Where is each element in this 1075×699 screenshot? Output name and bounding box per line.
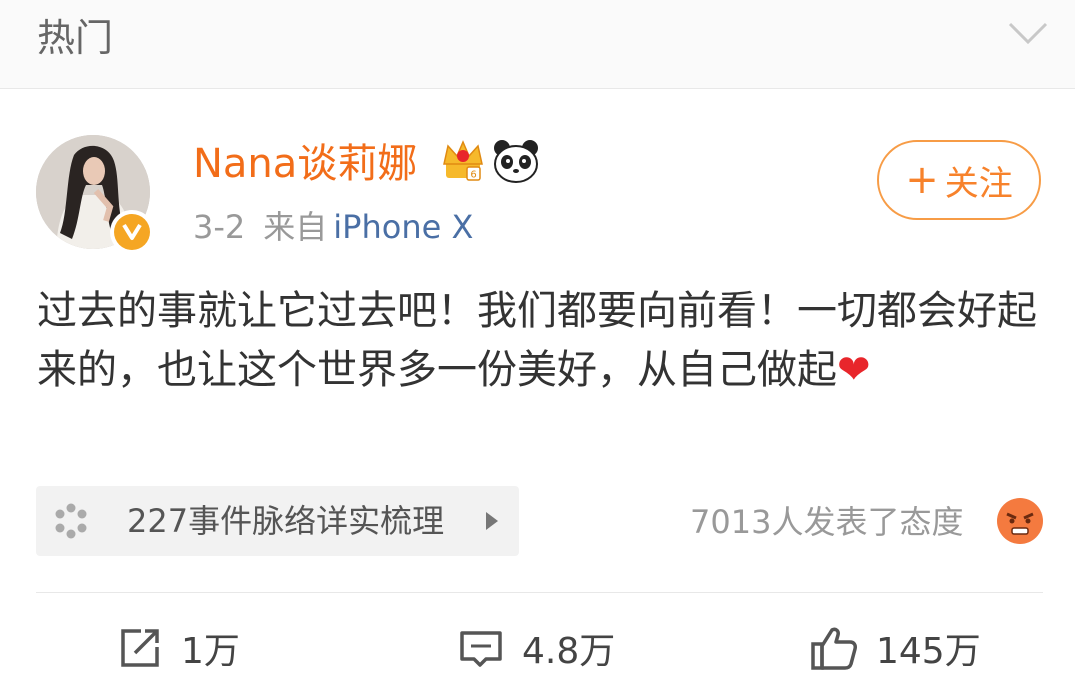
arrow-right-icon	[486, 512, 498, 530]
repost-count: 1万	[181, 631, 240, 672]
post-meta: 3-2 来自 iPhone X	[193, 205, 473, 249]
topic-label: 227事件脉络详实梳理	[127, 502, 445, 540]
comment-count: 4.8万	[522, 631, 616, 672]
post-date: 3-2	[193, 208, 246, 246]
thumbs-up-icon	[811, 627, 857, 670]
comment-icon	[460, 631, 502, 667]
reaction-count[interactable]: 7013人发表了态度	[690, 500, 963, 544]
source-prefix: 来自	[263, 208, 328, 246]
post-text: 过去的事就让它过去吧！我们都要向前看！一切都会好起来的，也让这个世界多一份美好，…	[37, 288, 1037, 393]
topic-card[interactable]: 227事件脉络详实梳理	[36, 486, 519, 556]
angry-face-icon[interactable]	[996, 497, 1044, 545]
heart-emoji: ❤	[837, 347, 871, 393]
header-title: 热门	[37, 16, 114, 60]
top-bar: 热门	[0, 0, 1075, 89]
source-device[interactable]: iPhone X	[333, 208, 473, 246]
svg-text:6: 6	[470, 170, 476, 181]
follow-button[interactable]: + 关注	[877, 140, 1041, 220]
username[interactable]: Nana谈莉娜	[193, 138, 417, 190]
plus-icon: +	[905, 157, 939, 203]
repost-icon	[121, 629, 159, 667]
follow-label: 关注	[944, 163, 1013, 204]
repost-button[interactable]: 1万	[117, 620, 240, 676]
like-count: 145万	[876, 631, 981, 672]
comment-button[interactable]: 4.8万	[458, 620, 615, 676]
topic-dots-icon	[55, 503, 87, 539]
crown-member-icon[interactable]: 6	[440, 138, 486, 184]
verified-icon	[110, 210, 154, 254]
chevron-down-icon[interactable]	[1007, 18, 1049, 48]
panda-icon	[494, 140, 538, 183]
like-button[interactable]: 145万	[810, 620, 981, 676]
post-content[interactable]: 过去的事就让它过去吧！我们都要向前看！一切都会好起来的，也让这个世界多一份美好，…	[37, 282, 1037, 400]
divider	[36, 592, 1043, 593]
